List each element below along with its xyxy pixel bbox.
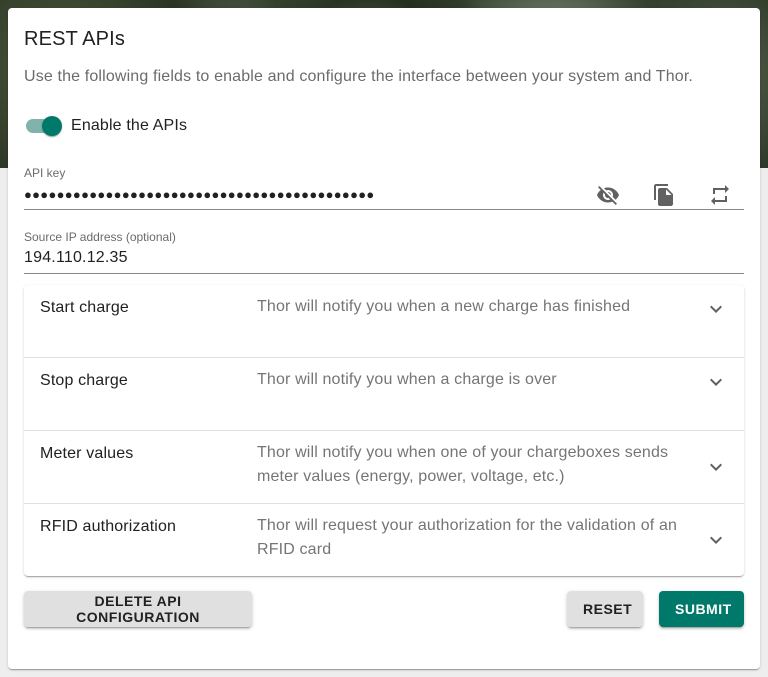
event-accordion: Start charge Thor will notify you when a…	[24, 285, 744, 576]
accordion-item-title: Meter values	[40, 445, 134, 462]
card-title: REST APIs	[24, 28, 126, 50]
source-ip-field[interactable]: Source IP address (optional) 194.110.12.…	[24, 230, 744, 274]
chevron-down-icon[interactable]	[704, 455, 728, 479]
accordion-item-title: RFID authorization	[40, 518, 177, 535]
copy-icon[interactable]	[640, 180, 688, 210]
visibility-off-icon[interactable]	[584, 180, 632, 210]
accordion-item-rfid-authorization[interactable]: RFID authorization Thor will request you…	[24, 504, 744, 576]
delete-api-configuration-button[interactable]: DELETE API CONFIGURATION	[24, 591, 252, 627]
api-key-value[interactable]: ●●●●●●●●●●●●●●●●●●●●●●●●●●●●●●●●●●●●●●●●…	[24, 187, 375, 202]
chevron-down-icon[interactable]	[704, 528, 728, 552]
reset-button[interactable]: RESET	[567, 591, 643, 627]
api-key-label: API key	[24, 166, 66, 180]
accordion-item-title: Start charge	[40, 299, 129, 316]
accordion-item-start-charge[interactable]: Start charge Thor will notify you when a…	[24, 285, 744, 358]
api-key-actions	[576, 180, 744, 210]
accordion-item-description: Thor will notify you when a charge is ov…	[257, 371, 557, 388]
accordion-item-description: Thor will notify you when a new charge h…	[257, 298, 631, 315]
rest-apis-card: REST APIs Use the following fields to en…	[8, 8, 760, 669]
submit-button[interactable]: SUBMIT	[659, 591, 744, 627]
accordion-item-meter-values[interactable]: Meter values Thor will notify you when o…	[24, 431, 744, 504]
chevron-down-icon[interactable]	[704, 297, 728, 321]
accordion-item-description: Thor will notify you when one of your ch…	[257, 444, 669, 485]
enable-apis-row: Enable the APIs	[24, 114, 187, 138]
accordion-item-title: Stop charge	[40, 372, 128, 389]
accordion-item-stop-charge[interactable]: Stop charge Thor will notify you when a …	[24, 358, 744, 431]
enable-apis-toggle[interactable]	[24, 114, 64, 138]
chevron-down-icon[interactable]	[704, 370, 728, 394]
regenerate-icon[interactable]	[696, 180, 744, 210]
enable-apis-label: Enable the APIs	[71, 117, 188, 134]
source-ip-value[interactable]: 194.110.12.35	[24, 249, 128, 267]
accordion-item-description: Thor will request your authorization for…	[257, 517, 678, 558]
card-description: Use the following fields to enable and c…	[24, 68, 694, 85]
toggle-thumb	[42, 116, 62, 136]
api-key-field[interactable]: API key ●●●●●●●●●●●●●●●●●●●●●●●●●●●●●●●●…	[24, 166, 744, 210]
source-ip-label: Source IP address (optional)	[24, 230, 176, 244]
